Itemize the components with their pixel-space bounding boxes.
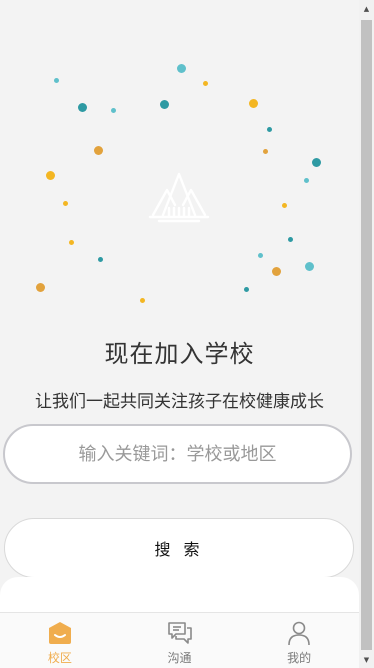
decorative-dot — [46, 171, 55, 180]
decorative-dot — [263, 149, 268, 154]
page: 现在加入学校 让我们一起共同关注孩子在校健康成长 搜 索 校区 沟通 — [0, 0, 374, 668]
search-button[interactable]: 搜 索 — [4, 518, 354, 578]
decorative-dot — [267, 127, 272, 132]
decorative-dot — [78, 103, 87, 112]
decorative-dot — [140, 298, 145, 303]
decorative-dot — [282, 203, 287, 208]
decorative-dot — [203, 81, 208, 86]
tab-school-label: 校区 — [47, 651, 72, 665]
decorative-dot — [258, 253, 263, 258]
decorative-dot — [244, 287, 249, 292]
scroll-down-arrow[interactable]: ▼ — [359, 651, 374, 668]
vertical-scrollbar[interactable]: ▲ ▼ — [359, 0, 374, 668]
decorative-dot — [98, 257, 103, 262]
decorative-dot — [94, 146, 103, 155]
decorative-dot — [54, 78, 59, 83]
decorative-dot — [288, 237, 293, 242]
tab-profile[interactable]: 我的 — [239, 613, 359, 668]
decorative-dot — [111, 108, 116, 113]
tab-chat[interactable]: 沟通 — [120, 613, 240, 668]
scroll-up-arrow[interactable]: ▲ — [359, 0, 374, 17]
page-subtitle: 让我们一起共同关注孩子在校健康成长 — [35, 392, 324, 412]
search-input[interactable] — [3, 424, 352, 484]
page-title: 现在加入学校 — [104, 340, 255, 368]
tab-profile-label: 我的 — [287, 651, 312, 665]
decorative-dot — [36, 283, 45, 292]
decorative-dot — [272, 267, 281, 276]
decorative-dot — [177, 64, 186, 73]
tab-chat-label: 沟通 — [167, 651, 192, 665]
chat-icon — [167, 622, 192, 644]
decorative-dot — [249, 99, 258, 108]
decorative-dot — [305, 262, 314, 271]
tab-bar: 校区 沟通 我的 — [0, 612, 359, 668]
decorative-dot — [160, 100, 169, 109]
decorative-dot — [304, 178, 309, 183]
decorative-dot — [69, 240, 74, 245]
decorative-dot — [312, 158, 321, 167]
decorative-dot — [63, 201, 68, 206]
profile-icon — [288, 621, 310, 646]
scrollbar-thumb[interactable] — [361, 20, 372, 650]
bottom-sheet-peek — [0, 577, 359, 617]
school-mountain-icon — [148, 172, 210, 223]
school-home-icon — [48, 622, 71, 644]
tab-school[interactable]: 校区 — [0, 613, 120, 668]
hero-section — [0, 0, 359, 320]
